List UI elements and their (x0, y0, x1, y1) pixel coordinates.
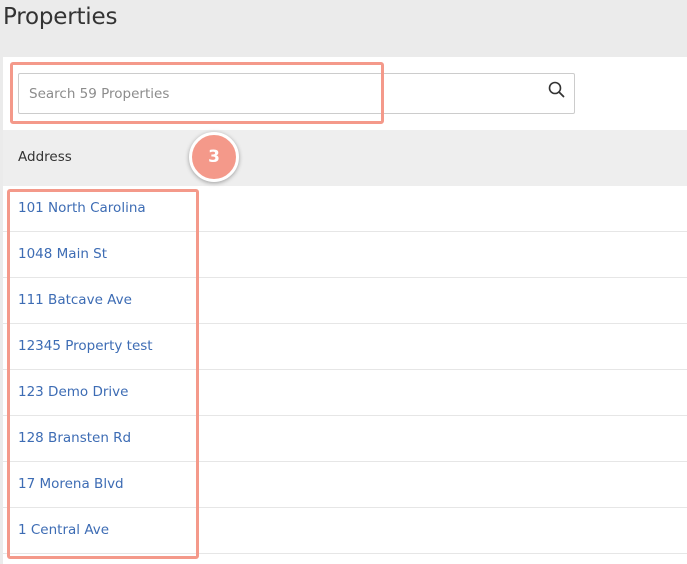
properties-page: Properties Address 101 North Carolina 10… (0, 0, 687, 564)
search-icon[interactable] (546, 79, 568, 101)
list-highlight-annotation (7, 189, 199, 559)
search-highlight-annotation (10, 62, 384, 124)
table-header: Address (3, 130, 687, 186)
page-title: Properties (3, 4, 118, 30)
properties-panel: Address 101 North Carolina 1048 Main St … (3, 57, 687, 564)
step-number-badge: 3 (189, 132, 239, 182)
column-header-address[interactable]: Address (18, 149, 72, 165)
